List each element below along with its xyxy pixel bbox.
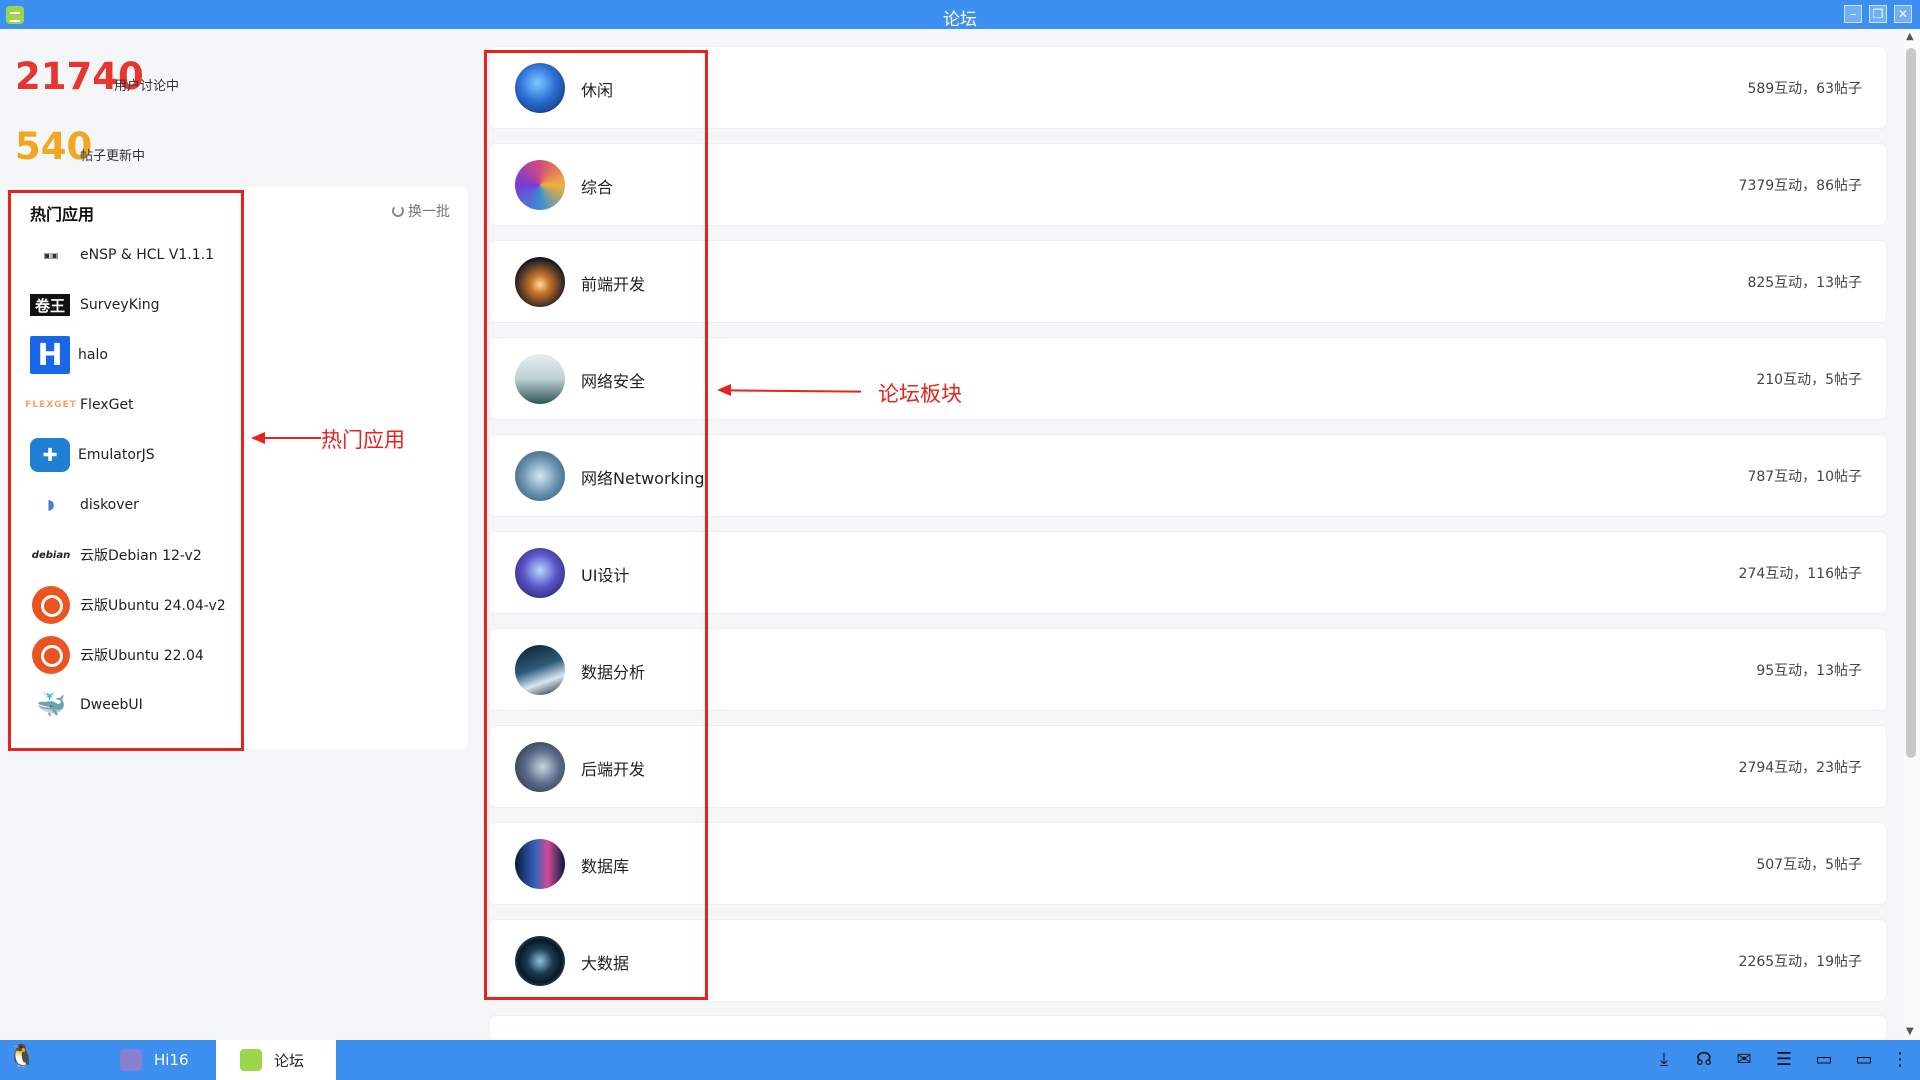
hi16-icon <box>120 1049 142 1071</box>
notes-icon[interactable]: ☰ <box>1772 1048 1796 1072</box>
board-stats: 507互动，5帖子 <box>1756 857 1862 873</box>
window-title: 论坛 <box>943 10 977 30</box>
hot-apps-highlight-box <box>8 190 244 751</box>
taskbar-item-label: Hi16 <box>154 1051 189 1069</box>
display-icon[interactable]: ▭ <box>1852 1048 1876 1072</box>
chat-icon[interactable]: ▭ <box>1812 1048 1836 1072</box>
refresh-button[interactable]: 换一批 <box>392 201 450 221</box>
restore-button[interactable]: ❐ <box>1869 5 1887 23</box>
board-stats: 787互动，10帖子 <box>1747 469 1862 485</box>
board-stats: 210互动，5帖子 <box>1756 372 1862 388</box>
headset-icon[interactable]: ☊ <box>1692 1048 1716 1072</box>
minimize-button[interactable]: – <box>1844 5 1862 23</box>
taskbar-item-forum[interactable]: 论坛 <box>216 1040 336 1080</box>
board-stats: 825互动，13帖子 <box>1747 275 1862 291</box>
forum-board-card-partial[interactable] <box>489 1015 1887 1040</box>
scrollbar-thumb[interactable] <box>1906 48 1916 758</box>
scroll-up-arrow[interactable]: ▲ <box>1906 31 1914 42</box>
download-icon[interactable]: ⤓ <box>1652 1048 1676 1072</box>
refresh-label: 换一批 <box>408 204 450 220</box>
forum-icon <box>240 1049 262 1071</box>
forum-boards-highlight-box <box>484 50 708 1000</box>
more-icon[interactable]: ⋮ <box>1888 1048 1912 1072</box>
posts-label: 帖子更新中 <box>80 149 146 164</box>
close-button[interactable]: ✕ <box>1894 5 1912 23</box>
refresh-icon <box>392 205 404 217</box>
board-stats: 95互动，13帖子 <box>1756 663 1862 679</box>
hot-apps-annotation: 热门应用 <box>321 428 405 452</box>
users-label: 用户讨论中 <box>114 79 180 94</box>
title-bar: 论坛 – ❐ ✕ <box>0 0 1920 30</box>
taskbar-item-label: 论坛 <box>274 1051 305 1070</box>
wechat-icon[interactable]: ✉ <box>1732 1048 1756 1072</box>
start-menu-icon[interactable]: 🐧 <box>8 1044 36 1076</box>
board-stats: 2265互动，19帖子 <box>1738 954 1862 970</box>
taskbar: 🐧 Hi16 论坛 ⤓ ☊ ✉ ☰ ▭ ▭ ⋮ <box>0 1040 1920 1080</box>
board-stats: 589互动，63帖子 <box>1747 81 1862 97</box>
hot-apps-arrow-line <box>263 437 321 439</box>
taskbar-item-hi16[interactable]: Hi16 <box>96 1040 216 1080</box>
forum-annotation: 论坛板块 <box>878 382 962 406</box>
board-stats: 2794互动，23帖子 <box>1738 760 1862 776</box>
scroll-down-arrow[interactable]: ▼ <box>1906 1026 1914 1037</box>
board-stats: 7379互动，86帖子 <box>1738 178 1862 194</box>
board-stats: 274互动，116帖子 <box>1738 566 1862 582</box>
